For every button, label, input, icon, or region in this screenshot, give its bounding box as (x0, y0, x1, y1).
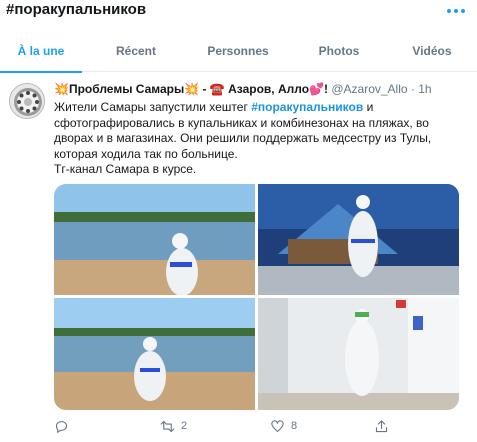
photo-beach-person[interactable] (54, 184, 255, 295)
heart-icon (271, 419, 284, 432)
like-button[interactable]: 8 (270, 416, 297, 436)
tweet-header: 💥Проблемы Самары💥 - ☎️ Азаров, Алло💕! @A… (54, 82, 432, 96)
tab-top[interactable]: À la une (0, 30, 82, 73)
tweet-time[interactable]: 1h (418, 82, 431, 96)
photo-riverside-person[interactable] (54, 298, 255, 410)
author-name[interactable]: 💥Проблемы Самары💥 - ☎️ Азаров, Алло💕! (54, 82, 328, 96)
tweet-actions: 2 8 (54, 414, 464, 438)
more-options-icon[interactable] (447, 7, 467, 17)
tweet-media (54, 184, 459, 410)
page-title: #поракупальников (6, 1, 147, 18)
riverside-image (54, 298, 255, 410)
retweet-icon (160, 420, 175, 432)
reply-icon (55, 420, 68, 433)
share-icon (375, 419, 388, 432)
photo-corridor-person[interactable] (258, 298, 459, 410)
tab-latest[interactable]: Récent (96, 30, 176, 72)
avatar[interactable] (9, 83, 45, 119)
mural-image (258, 184, 459, 295)
tab-videos[interactable]: Vidéos (392, 30, 472, 72)
tab-people[interactable]: Personnes (196, 30, 280, 72)
reply-button[interactable] (54, 416, 75, 436)
like-count: 8 (291, 420, 298, 432)
corridor-image (258, 298, 459, 410)
retweet-count: 2 (181, 420, 188, 432)
rotary-phone-icon (10, 84, 44, 118)
tab-photos[interactable]: Photos (300, 30, 378, 72)
beach-image (54, 184, 255, 295)
search-tabs: À la une Récent Personnes Photos Vidéos (0, 30, 477, 73)
tweet[interactable]: 💥Проблемы Самары💥 - ☎️ Азаров, Алло💕! @A… (0, 73, 477, 442)
share-button[interactable] (374, 416, 395, 436)
search-header: #поракупальников (0, 0, 477, 30)
tweet-text: Жители Самары запустили хештег #поракупа… (54, 100, 432, 176)
retweet-button[interactable]: 2 (160, 416, 187, 436)
hashtag-link[interactable]: #поракупальников (251, 100, 363, 114)
author-handle[interactable]: @Azarov_Allo (331, 82, 407, 96)
photo-mural-person[interactable] (258, 184, 459, 295)
